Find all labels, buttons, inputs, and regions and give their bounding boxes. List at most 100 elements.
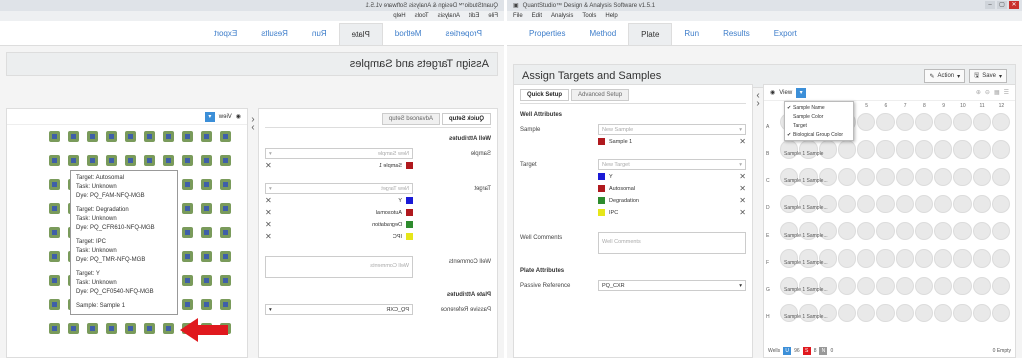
- tab-properties[interactable]: Properties: [517, 23, 577, 45]
- subtab-advanced-setup[interactable]: Advanced Setup: [571, 89, 630, 101]
- plate-well[interactable]: [220, 275, 231, 286]
- sample-item[interactable]: Sample 1 ✕: [598, 136, 746, 147]
- plate-well[interactable]: [182, 203, 193, 214]
- plate-well[interactable]: [163, 155, 174, 166]
- plate-well[interactable]: [953, 194, 972, 213]
- plate-well[interactable]: [876, 303, 895, 322]
- plate-well[interactable]: [201, 179, 212, 190]
- tab-plate[interactable]: Plate: [628, 23, 673, 45]
- close-icon[interactable]: ✕: [265, 220, 272, 229]
- plate-well[interactable]: [857, 303, 876, 322]
- plate-well[interactable]: [220, 227, 231, 238]
- zoom-in-icon[interactable]: ⊕: [976, 89, 981, 96]
- plate-well[interactable]: [934, 167, 953, 186]
- plate-well[interactable]: [934, 276, 953, 295]
- plate-well[interactable]: [876, 222, 895, 241]
- plate-well[interactable]: [857, 167, 876, 186]
- sample-item[interactable]: Sample 1 ✕: [265, 160, 413, 171]
- plate-well[interactable]: [972, 140, 991, 159]
- view-menu-sample-name[interactable]: Sample Name: [785, 103, 853, 112]
- plate-well[interactable]: [837, 303, 856, 322]
- plate-well[interactable]: [106, 131, 117, 142]
- plate-well[interactable]: [49, 299, 60, 310]
- plate-well[interactable]: [914, 303, 933, 322]
- plate-well[interactable]: [220, 251, 231, 262]
- plate-well[interactable]: [895, 222, 914, 241]
- plate-well[interactable]: [125, 323, 136, 334]
- target-item-ipc[interactable]: IPC ✕: [598, 207, 746, 218]
- plate-well[interactable]: [837, 140, 856, 159]
- comments-input[interactable]: Well Comments: [598, 232, 746, 254]
- plate-well[interactable]: [201, 251, 212, 262]
- plate-well[interactable]: [68, 155, 79, 166]
- sample-dropdown[interactable]: New Sample ▾: [598, 124, 746, 135]
- menu-edit[interactable]: Edit: [532, 13, 542, 19]
- plate-well[interactable]: [934, 113, 953, 132]
- plate-well[interactable]: [87, 131, 98, 142]
- menu-help[interactable]: Help: [605, 13, 617, 19]
- plate-well[interactable]: [144, 155, 155, 166]
- plate-well[interactable]: [837, 194, 856, 213]
- view-menu-target[interactable]: Target: [785, 121, 853, 130]
- plate-well[interactable]: [201, 203, 212, 214]
- target-dropdown[interactable]: New Target ▾: [265, 183, 413, 194]
- menu-file[interactable]: File: [488, 13, 498, 19]
- subtab-quick-setup[interactable]: Quick Setup: [520, 89, 570, 101]
- plate-well[interactable]: [106, 323, 117, 334]
- tab-run[interactable]: Run: [300, 23, 339, 45]
- zoom-out-icon[interactable]: ⊖: [985, 89, 990, 96]
- menu-edit[interactable]: Edit: [469, 13, 479, 19]
- plate-well[interactable]: [49, 227, 60, 238]
- plate-well[interactable]: [49, 275, 60, 286]
- plate-well[interactable]: [87, 155, 98, 166]
- plate-well[interactable]: [201, 227, 212, 238]
- plate-well[interactable]: [49, 203, 60, 214]
- plate-well[interactable]: [972, 303, 991, 322]
- plate-well[interactable]: [163, 323, 174, 334]
- minimize-icon[interactable]: –: [985, 1, 995, 9]
- plate-well[interactable]: [953, 276, 972, 295]
- tab-properties[interactable]: Properties: [434, 23, 494, 45]
- plate-well[interactable]: [895, 167, 914, 186]
- plate-well[interactable]: [876, 113, 895, 132]
- plate-well[interactable]: [914, 194, 933, 213]
- save-button[interactable]: 🖫 Save ▾: [969, 69, 1007, 83]
- plate-well[interactable]: [991, 249, 1010, 268]
- plate-well[interactable]: [182, 131, 193, 142]
- tab-plate[interactable]: Plate: [338, 23, 383, 45]
- target-dropdown[interactable]: New Target ▾: [598, 159, 746, 170]
- plate-well[interactable]: [972, 276, 991, 295]
- plate-well[interactable]: [914, 249, 933, 268]
- view-dropdown-button[interactable]: ▾: [796, 87, 807, 98]
- plate-well[interactable]: [49, 251, 60, 262]
- plate-well[interactable]: [182, 179, 193, 190]
- plate-well[interactable]: [972, 113, 991, 132]
- close-icon[interactable]: ✕: [739, 184, 746, 193]
- target-item-autosomal[interactable]: Autosomal ✕: [598, 183, 746, 194]
- target-item-degradation[interactable]: Degradation ✕: [598, 195, 746, 206]
- close-window-icon[interactable]: ✕: [1009, 1, 1019, 9]
- plate-well[interactable]: [876, 249, 895, 268]
- plate-well[interactable]: [201, 275, 212, 286]
- plate-well[interactable]: [125, 131, 136, 142]
- plate-well[interactable]: [144, 131, 155, 142]
- plate-well[interactable]: [857, 249, 876, 268]
- plate-well[interactable]: [914, 276, 933, 295]
- plate-well[interactable]: [201, 299, 212, 310]
- collapse-handle[interactable]: ‹ ›: [248, 108, 258, 358]
- plate-well[interactable]: [876, 167, 895, 186]
- plate-well[interactable]: [953, 222, 972, 241]
- view-menu-sample-color[interactable]: Sample Color: [785, 112, 853, 121]
- plate-well[interactable]: [934, 194, 953, 213]
- tab-method[interactable]: Method: [383, 23, 434, 45]
- menu-help[interactable]: Help: [393, 13, 405, 19]
- menu-analysis[interactable]: Analysis: [438, 13, 460, 19]
- plate-well[interactable]: [953, 249, 972, 268]
- plate-well[interactable]: [68, 323, 79, 334]
- plate-well[interactable]: [220, 155, 231, 166]
- action-button[interactable]: ✎ Action ▾: [924, 69, 966, 83]
- plate-well[interactable]: [953, 113, 972, 132]
- comments-input[interactable]: Well Comments: [265, 256, 413, 278]
- plate-well[interactable]: [953, 140, 972, 159]
- plate-well[interactable]: [49, 179, 60, 190]
